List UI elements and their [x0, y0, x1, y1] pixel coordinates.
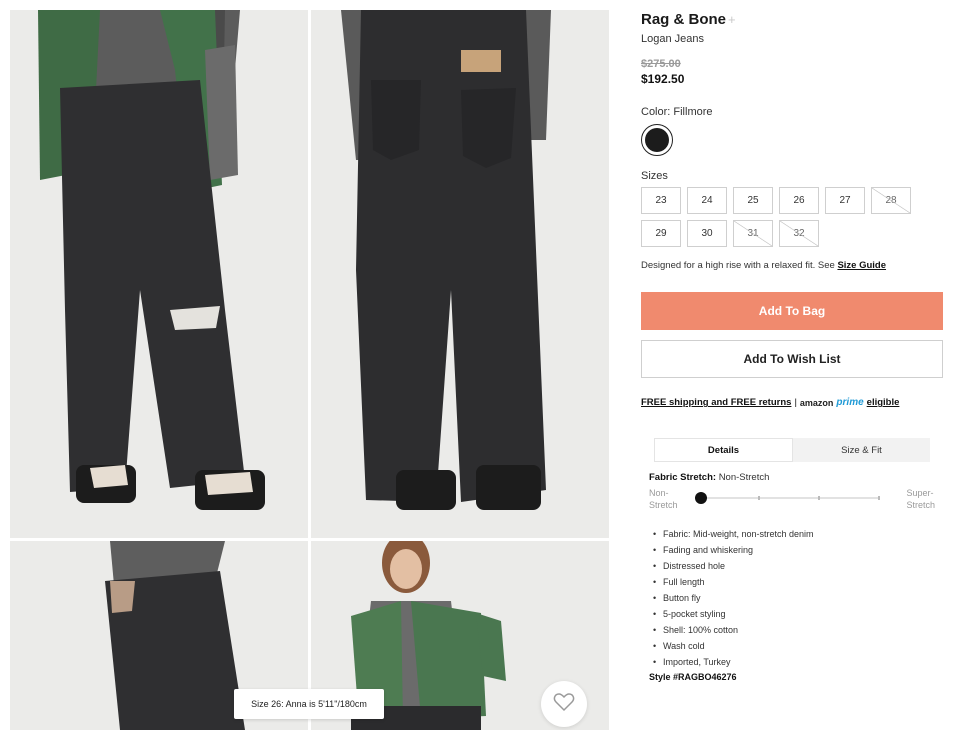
original-price: $275.00 [641, 58, 681, 70]
product-info-panel: Rag & Bone + Logan Jeans $275.00 $192.50… [641, 8, 943, 682]
product-detail-tabs: Details Size & Fit [654, 438, 930, 462]
size-option-28-unavailable[interactable]: 28 [871, 187, 911, 214]
product-photo-back[interactable] [311, 10, 609, 538]
shipping-separator: | [794, 397, 797, 408]
fabric-stretch-label: Fabric Stretch: Non-Stretch [649, 472, 939, 483]
tab-details[interactable]: Details [654, 438, 793, 462]
size-option-29[interactable]: 29 [641, 220, 681, 247]
follow-brand-icon[interactable]: + [728, 12, 736, 27]
free-shipping-link[interactable]: FREE shipping and FREE returns [641, 397, 791, 408]
prime-eligible-link[interactable]: eligible [867, 397, 900, 408]
fabric-stretch-value: Non-Stretch [718, 472, 770, 483]
swatch-fill [645, 128, 669, 152]
size-option-32-unavailable[interactable]: 32 [779, 220, 819, 247]
scale-max-line-2: Stretch [906, 500, 935, 510]
size-option-25[interactable]: 25 [733, 187, 773, 214]
sizes-label: Sizes [641, 170, 668, 182]
detail-bullet: Button fly [649, 590, 939, 606]
fit-note: Designed for a high rise with a relaxed … [641, 260, 943, 271]
size-option-26[interactable]: 26 [779, 187, 819, 214]
details-panel: Fabric Stretch: Non-Stretch Non- Stretch… [649, 472, 939, 682]
product-photo-front[interactable] [10, 10, 308, 538]
detail-bullet: Shell: 100% cotton [649, 622, 939, 638]
size-option-30[interactable]: 30 [687, 220, 727, 247]
add-to-wishlist-button[interactable]: Add To Wish List [641, 340, 943, 378]
size-option-24[interactable]: 24 [687, 187, 727, 214]
scale-track [700, 496, 880, 500]
detail-bullet: Full length [649, 574, 939, 590]
wishlist-heart-button[interactable] [541, 681, 587, 727]
brand-row: Rag & Bone + [641, 8, 943, 30]
sale-price: $192.50 [641, 72, 685, 86]
color-swatch-fillmore[interactable] [641, 124, 673, 156]
add-to-bag-button[interactable]: Add To Bag [641, 292, 943, 330]
scale-min-label: Non- Stretch [649, 487, 678, 511]
detail-bullet: Wash cold [649, 638, 939, 654]
size-selector: 23 24 25 26 27 28 29 30 31 32 [641, 187, 943, 247]
scale-max-label: Super- Stretch [906, 487, 935, 511]
detail-bullet: 5-pocket styling [649, 606, 939, 622]
size-guide-link[interactable]: Size Guide [837, 260, 886, 271]
scale-min-line-1: Non- [649, 488, 669, 498]
detail-bullets: Fabric: Mid-weight, non-stretch denim Fa… [649, 526, 939, 670]
size-option-23[interactable]: 23 [641, 187, 681, 214]
detail-bullet: Distressed hole [649, 558, 939, 574]
heart-icon [553, 692, 575, 717]
detail-bullet: Fading and whiskering [649, 542, 939, 558]
stretch-scale: Non- Stretch Super- Stretch [649, 487, 939, 517]
shipping-info: FREE shipping and FREE returns | amazon … [641, 397, 943, 408]
stretch-level-indicator [695, 492, 707, 504]
detail-bullet: Fabric: Mid-weight, non-stretch denim [649, 526, 939, 542]
scale-tick [758, 496, 760, 500]
tab-size-fit[interactable]: Size & Fit [793, 438, 930, 462]
scale-tick [878, 496, 880, 500]
fit-note-text: Designed for a high rise with a relaxed … [641, 260, 835, 271]
detail-bullet: Imported, Turkey [649, 654, 939, 670]
scale-min-line-2: Stretch [649, 500, 678, 510]
prime-logo: prime [836, 397, 864, 408]
product-name: Logan Jeans [641, 33, 704, 45]
style-code: Style #RAGBO46276 [649, 672, 737, 682]
model-size-info: Size 26: Anna is 5'11"/180cm [234, 689, 384, 719]
fabric-stretch-title: Fabric Stretch: [649, 472, 717, 483]
scale-tick [818, 496, 820, 500]
amazon-logo: amazon [799, 397, 834, 408]
color-label: Color: Fillmore [641, 106, 713, 118]
size-option-31-unavailable[interactable]: 31 [733, 220, 773, 247]
scale-max-line-1: Super- [906, 488, 934, 498]
brand-name[interactable]: Rag & Bone [641, 11, 726, 28]
size-option-27[interactable]: 27 [825, 187, 865, 214]
